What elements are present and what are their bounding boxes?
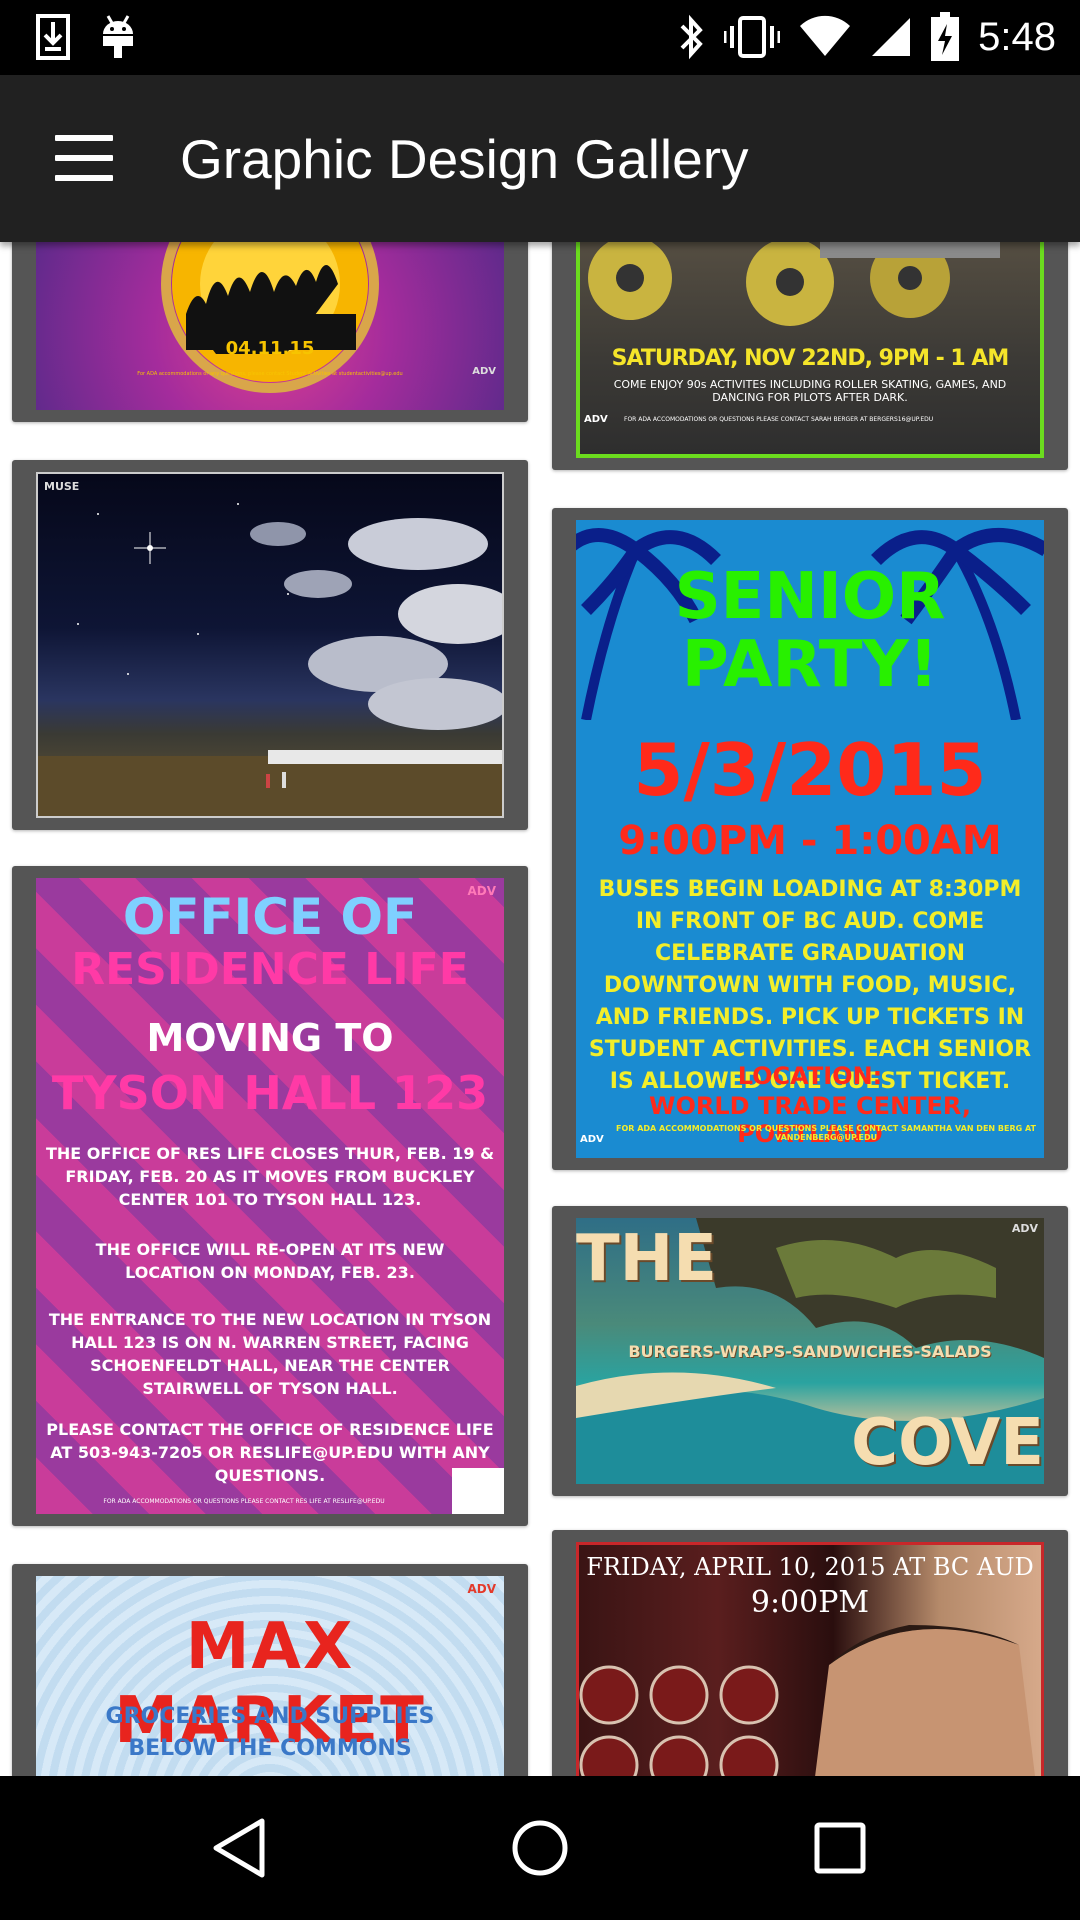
max-market-subtitle-1: GROCERIES AND SUPPLIES [105, 1704, 435, 1729]
navigation-bar [0, 1776, 1080, 1920]
party-poster-art [161, 242, 379, 393]
gallery-item-roller-poster[interactable]: SATURDAY, NOV 22ND, 9PM - 1 AM COME ENJO… [552, 242, 1068, 470]
residence-corner-box [452, 1468, 504, 1514]
residence-para4: PLEASE CONTACT THE OFFICE OF RESIDENCE L… [46, 1420, 494, 1485]
adv-badge: ADV [467, 1582, 496, 1596]
home-circle-icon[interactable] [510, 1818, 570, 1878]
senior-title-line1: SENIOR [674, 560, 946, 634]
gallery-item-residence-life-poster[interactable]: ADV OFFICE OF RESIDENCE LIFE MOVING TO T… [12, 866, 528, 1526]
gallery-grid: 04.11.15 For ADA accommodations or any q… [0, 242, 1080, 1776]
status-clock: 5:48 [978, 14, 1056, 59]
vibrate-icon [724, 16, 781, 58]
gallery-item-max-market-poster[interactable]: ADV MAX MARKET GROCERIES AND SUPPLIES BE… [12, 1564, 528, 1776]
cove-title-top: THE [576, 1222, 717, 1296]
senior-location-label: LOCATION: [737, 1062, 883, 1090]
senior-title-line2: PARTY! [681, 628, 939, 702]
status-bar: 5:48 [0, 0, 1080, 75]
residence-line2: RESIDENCE LIFE [71, 944, 469, 995]
cove-menu: BURGERS-WRAPS-SANDWICHES-SALADS [628, 1342, 992, 1361]
residence-line3: MOVING TO [146, 1016, 394, 1060]
adv-badge: ADV [472, 366, 496, 377]
roller-poster-headline: SATURDAY, NOV 22ND, 9PM - 1 AM [611, 346, 1010, 371]
gallery-item-movie-poster[interactable]: FRIDAY, APRIL 10, 2015 AT BC AUD 9:00PM [552, 1530, 1068, 1776]
app-title: Graphic Design Gallery [180, 128, 749, 190]
hamburger-menu-icon[interactable] [55, 135, 113, 181]
app-bar: Graphic Design Gallery [0, 75, 1080, 242]
movie-time: 9:00PM [750, 1585, 870, 1620]
bluetooth-icon [680, 14, 703, 60]
muse-label: MUSE [44, 480, 80, 493]
roller-skate-art [588, 242, 1000, 326]
residence-line1: OFFICE OF [122, 888, 418, 946]
download-icon [36, 14, 70, 60]
party-poster-date: 04.11.15 [225, 338, 315, 359]
residence-footer: FOR ADA ACCOMMODATIONS OR QUESTIONS PLEA… [103, 1498, 385, 1505]
adv-badge: ADV [1011, 1222, 1038, 1235]
night-sky-art [38, 503, 502, 816]
gallery-item-muse-poster[interactable]: MUSE [12, 460, 528, 830]
roller-poster-footer: FOR ADA ACCOMODATIONS OR QUESTIONS PLEAS… [624, 416, 934, 423]
adv-badge: ADV [580, 1134, 604, 1145]
wifi-icon [800, 15, 851, 56]
gallery-item-cove-poster[interactable]: THE BURGERS-WRAPS-SANDWICHES-SALADS COVE… [552, 1206, 1068, 1496]
residence-para1: THE OFFICE OF RES LIFE CLOSES THUR, FEB.… [45, 1144, 495, 1209]
back-triangle-icon[interactable] [210, 1817, 270, 1879]
max-market-subtitle-2: BELOW THE COMMONS [128, 1736, 412, 1761]
signal-icon [872, 18, 911, 56]
gallery-item-senior-party-poster[interactable]: SENIOR PARTY! 5/3/2015 9:00PM - 1:00AM B… [552, 508, 1068, 1170]
recents-square-icon[interactable] [813, 1821, 867, 1875]
cove-title-bottom: COVE [851, 1406, 1044, 1480]
residence-para3: THE ENTRANCE TO THE NEW LOCATION IN TYSO… [48, 1310, 492, 1398]
senior-footer: FOR ADA ACCOMMODATIONS OR QUESTIONS PLEA… [616, 1124, 1036, 1142]
gallery-item-party-poster[interactable]: 04.11.15 For ADA accommodations or any q… [12, 242, 528, 422]
residence-para2: THE OFFICE WILL RE-OPEN AT ITS NEW LOCAT… [95, 1240, 445, 1282]
party-poster-footer: For ADA accommodations or any questions,… [137, 371, 403, 377]
adv-badge: ADV [584, 414, 608, 425]
roller-poster-body: COME ENJOY 90s ACTIVITES INCLUDING ROLLE… [613, 378, 1007, 404]
movie-date-line: FRIDAY, APRIL 10, 2015 AT BC AUD [586, 1553, 1034, 1581]
senior-time: 9:00PM - 1:00AM [618, 818, 1002, 864]
senior-date: 5/3/2015 [633, 728, 987, 812]
residence-line4: TYSON HALL 123 [51, 1066, 489, 1120]
battery-charging-icon [931, 12, 960, 61]
android-icon [103, 15, 133, 58]
